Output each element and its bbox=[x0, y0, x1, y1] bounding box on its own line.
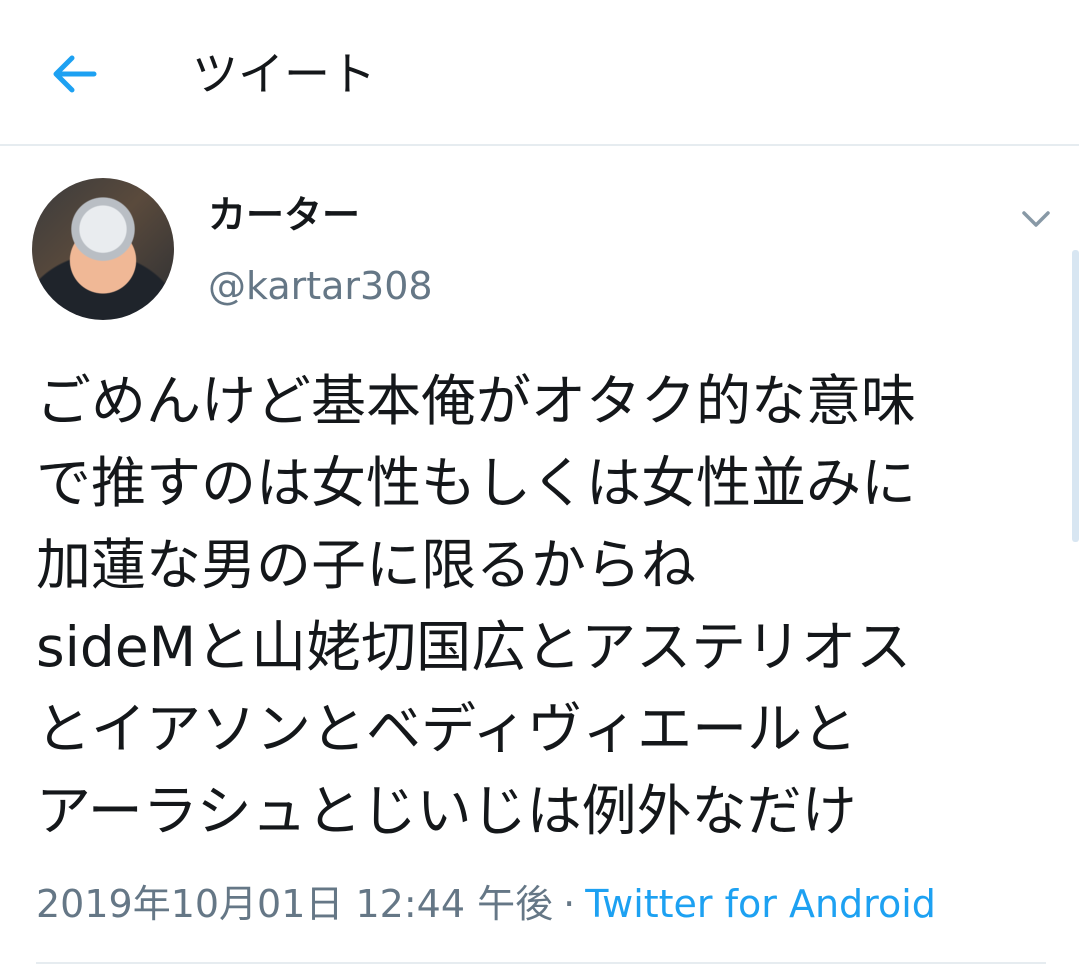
user-handle[interactable]: @kartar308 bbox=[208, 260, 433, 312]
tweet-text-line: 加蓮な男の子に限るからね bbox=[36, 533, 697, 597]
tweet-text-line: sideMと山姥切国広とアステリオス bbox=[36, 615, 912, 679]
page-title: ツイート bbox=[192, 47, 376, 101]
tweet-text-line: とイアソンとベディヴィエールと bbox=[36, 697, 858, 761]
display-name[interactable]: カーター bbox=[208, 190, 360, 240]
timestamp: 2019年10月01日 12:44 午後 bbox=[36, 882, 554, 926]
top-bar: ツイート bbox=[0, 0, 1079, 146]
tweet-text-line: ごめんけど基本俺がオタク的な意味 bbox=[36, 369, 917, 433]
meta-separator: · bbox=[563, 882, 576, 926]
chevron-down-icon bbox=[1022, 211, 1050, 227]
back-button[interactable] bbox=[44, 48, 104, 100]
avatar[interactable] bbox=[32, 178, 174, 320]
tweet-meta: 2019年10月01日 12:44 午後 · Twitter for Android bbox=[36, 878, 936, 930]
tweet-text-line: で推すのは女性もしくは女性並みに bbox=[36, 451, 917, 515]
arrow-left-icon bbox=[53, 55, 97, 93]
source-link[interactable]: Twitter for Android bbox=[585, 882, 936, 926]
tweet-text-line: アーラシュとじいじは例外なだけ bbox=[36, 779, 857, 843]
divider bbox=[36, 962, 1046, 964]
tweet-menu-button[interactable] bbox=[1018, 204, 1054, 234]
scrollbar[interactable] bbox=[1072, 250, 1079, 542]
tweet-text: ごめんけど基本俺がオタク的な意味 で推すのは女性もしくは女性並みに 加蓮な男の子… bbox=[36, 360, 1066, 852]
